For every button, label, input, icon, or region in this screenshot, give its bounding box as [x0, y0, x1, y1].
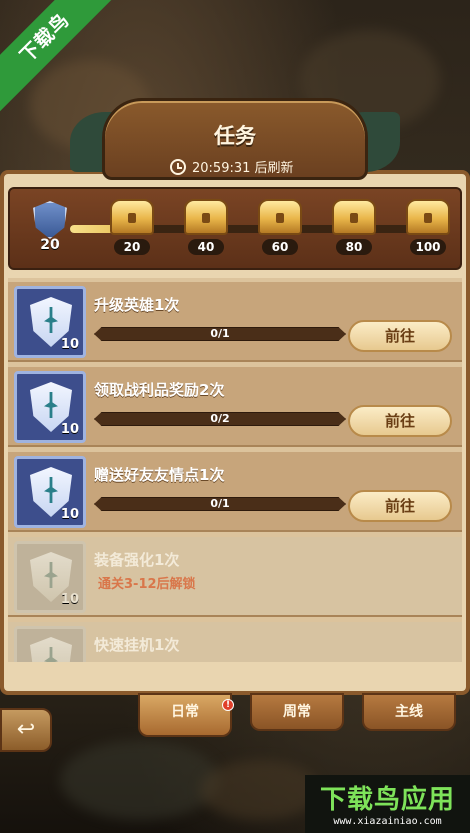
chest-milestone-label: 60 [262, 239, 298, 255]
chest-milestone-label: 20 [114, 239, 150, 255]
tab-label: 主线 [395, 704, 423, 720]
task-title: 升级英雄1次 [94, 296, 180, 314]
task-reward-value: 10 [60, 507, 79, 522]
task-reward-icon: 10 [14, 541, 86, 613]
task-progress-text: 0/1 [210, 497, 230, 510]
chest-milestone-label: 80 [336, 239, 372, 255]
back-arrow-icon: ↩ [16, 717, 36, 742]
chest-milestone[interactable]: 40 [182, 199, 230, 263]
task-reward-value: 10 [60, 592, 79, 607]
refresh-timer-text: 20:59:31 后刷新 [192, 161, 294, 176]
treasure-chest-icon[interactable] [406, 199, 450, 235]
chest-milestone[interactable]: 100 [404, 199, 452, 263]
go-button[interactable]: 前往 [348, 320, 452, 352]
tab-label: 日常 [171, 704, 199, 720]
task-row: 10 领取战利品奖励2次 0/2 前往 [8, 367, 462, 447]
task-reward-icon: 10 [14, 371, 86, 443]
task-reward-icon: 10 [14, 286, 86, 358]
chest-milestone[interactable]: 80 [330, 199, 378, 263]
back-button[interactable]: ↩ [0, 708, 52, 752]
watermark-brand: 下载鸟应用 www.xiazainiao.com [305, 775, 470, 833]
chest-milestone[interactable]: 60 [256, 199, 304, 263]
tab-label: 周常 [283, 704, 311, 720]
clock-icon [170, 158, 186, 175]
tab-weekly[interactable]: 周常 [250, 693, 344, 731]
tab-main-quest[interactable]: 主线 [362, 693, 456, 731]
task-progress-text: 0/1 [210, 327, 230, 340]
task-row: 10 升级英雄1次 0/1 前往 [8, 282, 462, 362]
refresh-timer: 20:59:31 后刷新 [170, 157, 294, 176]
task-title: 快速挂机1次 [94, 636, 180, 654]
go-button[interactable]: 前往 [348, 405, 452, 437]
watermark-url: www.xiazainiao.com [333, 816, 442, 827]
task-title: 装备强化1次 [94, 551, 180, 569]
task-title: 领取战利品奖励2次 [94, 381, 225, 399]
watermark-brand-name: 下载鸟应用 [319, 785, 455, 815]
treasure-chest-icon[interactable] [258, 199, 302, 235]
unlock-requirement: 通关3-12后解锁 [98, 577, 196, 592]
go-button[interactable]: 前往 [348, 490, 452, 522]
tab-daily[interactable]: 日常 ! [138, 693, 234, 737]
task-reward-value: 10 [60, 422, 79, 437]
activity-points: 20 [28, 201, 72, 261]
activity-points-value: 20 [40, 237, 60, 253]
task-progress-text: 0/2 [210, 412, 230, 425]
page-title: 任务 [214, 124, 256, 148]
shield-icon [30, 637, 72, 662]
task-title: 赠送好友友情点1次 [94, 466, 225, 484]
notification-badge: ! [222, 699, 234, 711]
task-row-locked: 10 装备强化1次 通关3-12后解锁 [8, 537, 462, 617]
task-reward-icon [14, 626, 86, 662]
chest-progress-bar: 20 20 40 60 80 100 [8, 187, 462, 270]
chest-milestone[interactable]: 20 [108, 199, 156, 263]
task-row-locked: 快速挂机1次 [8, 622, 462, 662]
shield-icon [33, 201, 67, 239]
task-reward-icon: 10 [14, 456, 86, 528]
task-list[interactable]: 10 升级英雄1次 0/1 前往 10 领取战利品奖励2次 0/2 前往 10 … [8, 278, 462, 662]
treasure-chest-icon[interactable] [110, 199, 154, 235]
treasure-chest-icon[interactable] [184, 199, 228, 235]
task-reward-value: 10 [60, 337, 79, 352]
chest-milestone-label: 100 [410, 239, 446, 255]
task-row: 10 赠送好友友情点1次 0/1 前往 [8, 452, 462, 532]
treasure-chest-icon[interactable] [332, 199, 376, 235]
chest-milestone-label: 40 [188, 239, 224, 255]
